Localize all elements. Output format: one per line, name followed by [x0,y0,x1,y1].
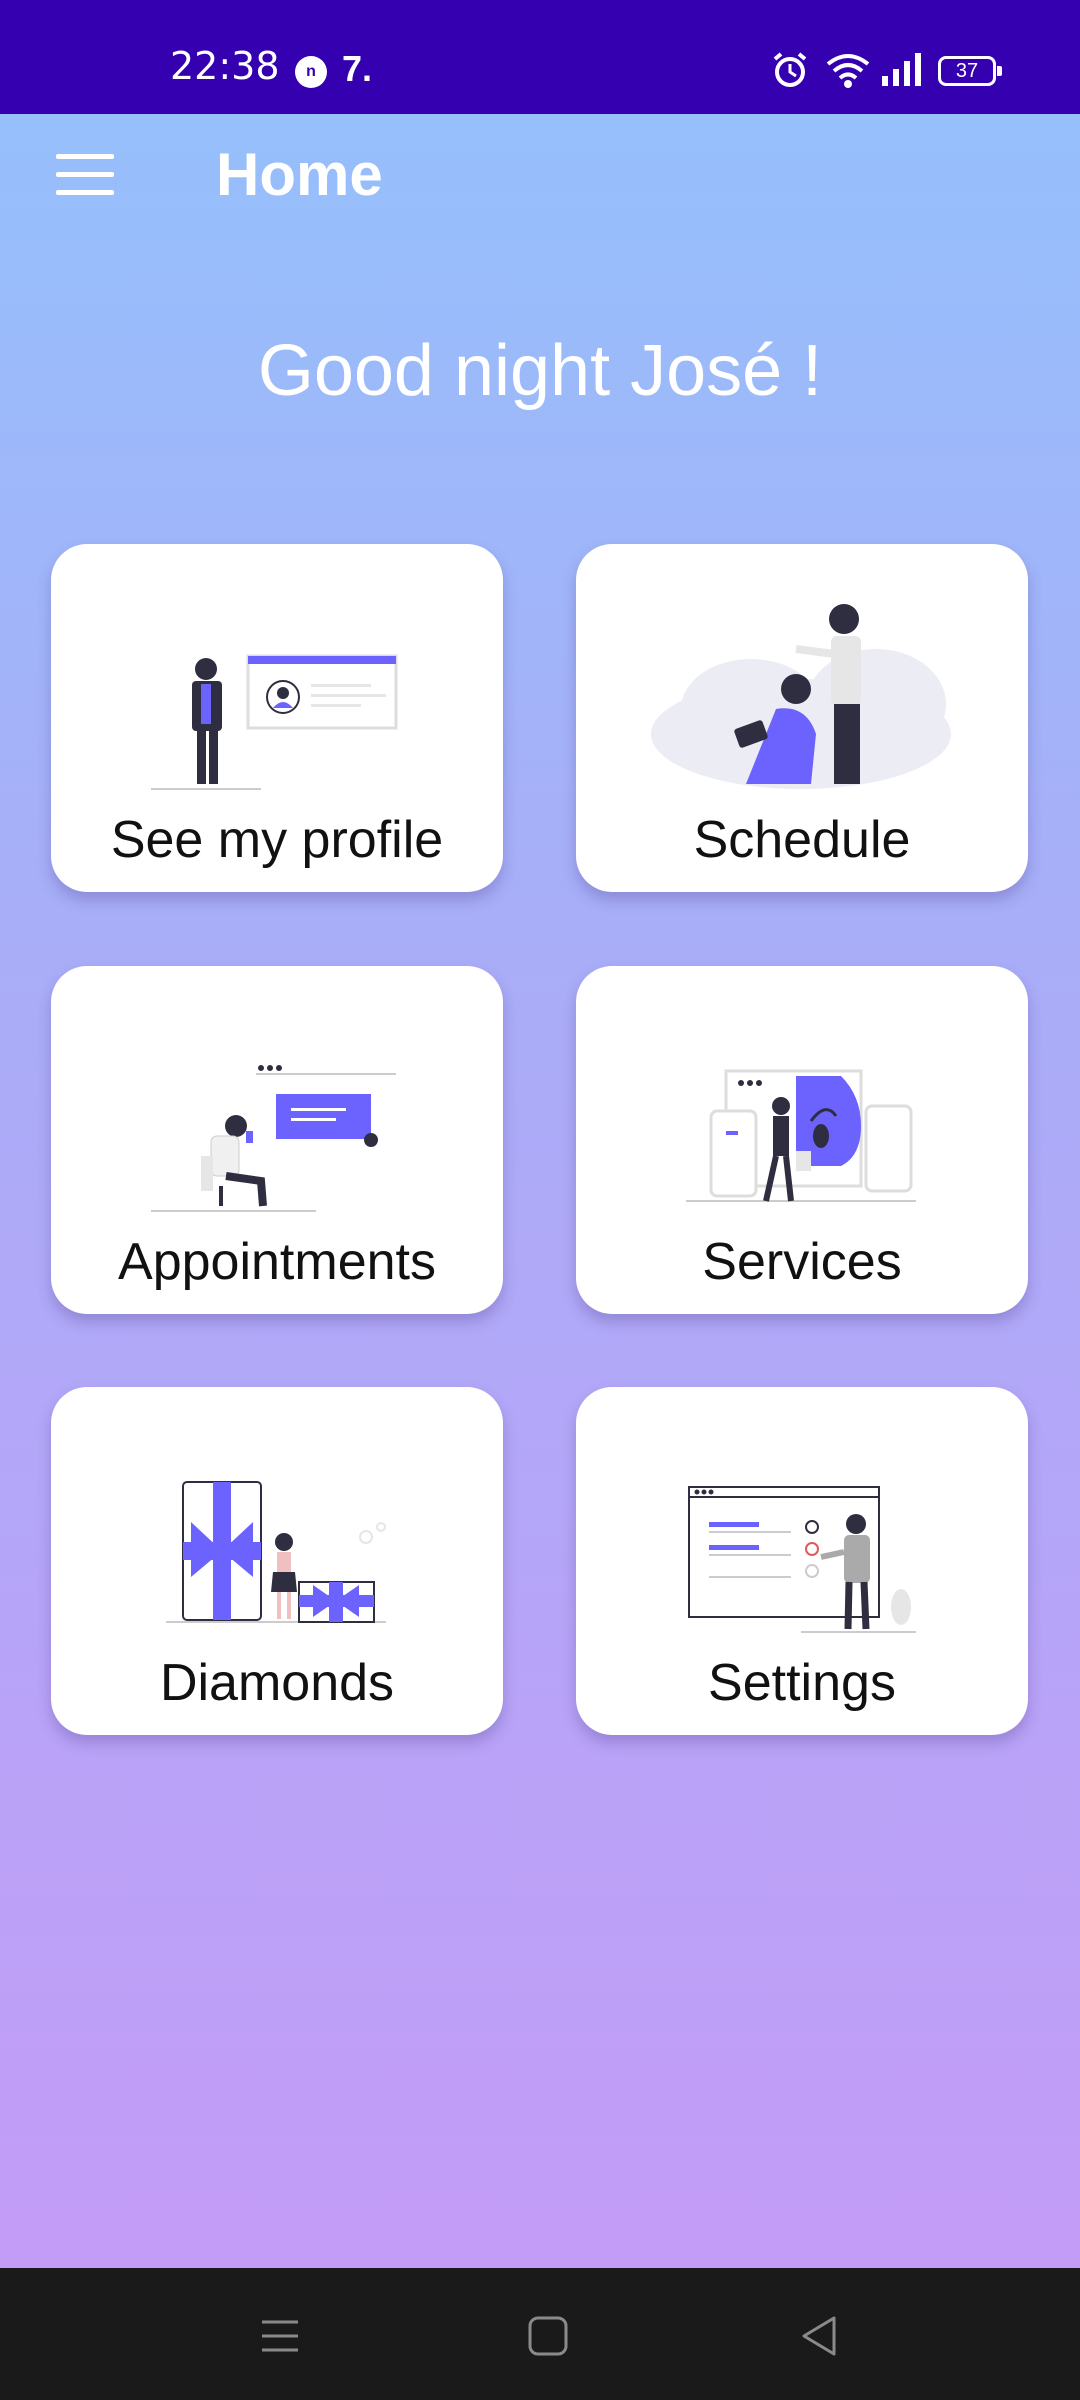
diamonds-card[interactable]: Diamonds [51,1387,503,1735]
home-icon[interactable] [520,2308,576,2364]
card-label: Services [702,1233,902,1291]
system-navigation-bar [0,2268,1080,2400]
see-my-profile-card[interactable]: See my profile [51,544,503,892]
page-title: Home [216,141,383,208]
notification-badge: n [295,56,327,88]
card-label: Schedule [693,811,911,869]
status-time: 22:38 [170,44,280,88]
wifi-icon [826,54,870,88]
appointments-illustration [151,1065,396,1212]
profile-illustration [151,654,398,790]
back-icon[interactable] [792,2308,848,2364]
gifts-illustration [166,1481,386,1623]
status-bar: 22:38 n 7. 37 [0,0,1080,114]
app-notification-icon: 7. [342,48,373,89]
appointments-card[interactable]: Appointments [51,966,503,1314]
card-label: Settings [708,1654,896,1712]
services-illustration [686,1069,916,1202]
alarm-icon [773,52,807,87]
card-label: Diamonds [159,1654,395,1712]
schedule-card[interactable]: Schedule [576,544,1028,892]
signal-icon [882,53,921,86]
greeting-text: Good night José ! [257,331,823,411]
settings-checklist-illustration [688,1486,916,1633]
hamburger-menu-icon[interactable] [56,154,114,196]
battery-icon: 37 [938,56,1002,86]
recents-icon[interactable] [252,2308,308,2364]
services-card[interactable]: Services [576,966,1028,1314]
card-label: Appointments [118,1233,436,1291]
settings-card[interactable]: Settings [576,1387,1028,1735]
barber-schedule-illustration [651,604,951,789]
card-label: See my profile [110,811,444,869]
